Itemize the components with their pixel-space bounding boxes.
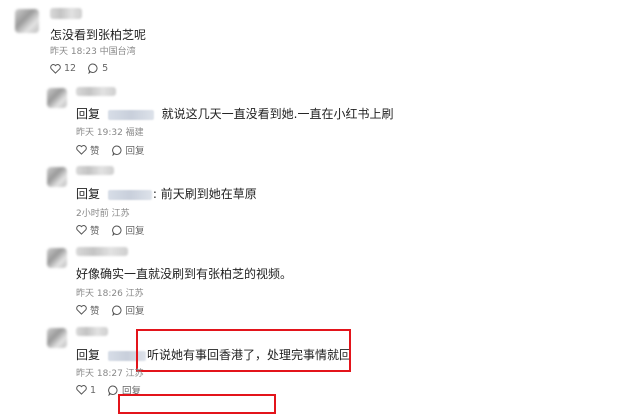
comment-bubble-icon [88, 63, 98, 74]
reply-count: 5 [102, 63, 109, 74]
reply-label: 回复 [125, 306, 145, 317]
reply-button[interactable]: 回复 [111, 143, 145, 157]
like-count: 1 [90, 384, 97, 396]
comment-text: 怎没看到张柏芝呢 [50, 28, 147, 42]
username-blurred[interactable] [76, 327, 108, 336]
reply-button[interactable]: 回复 [111, 303, 145, 317]
comment-body: : 前天刷到她在草原 [152, 187, 257, 201]
avatar[interactable] [47, 88, 67, 108]
like-button[interactable]: 赞 [76, 303, 100, 317]
like-label: 赞 [90, 226, 100, 237]
comment-meta: 2小时前 江苏 [76, 209, 130, 219]
reply-prefix: 回复 [76, 187, 101, 201]
reply-prefix: 回复 [76, 348, 101, 362]
like-button[interactable]: 赞 [76, 143, 100, 157]
comment-actions: 12 5 [50, 63, 116, 74]
mention-blurred[interactable] [107, 189, 152, 200]
like-label: 赞 [90, 306, 100, 317]
mention-blurred[interactable] [107, 109, 154, 120]
username-blurred[interactable] [76, 87, 116, 96]
comment-bubble-icon [111, 225, 121, 236]
comment-meta: 昨天 18:27 江苏 [76, 369, 144, 379]
like-count: 12 [64, 63, 77, 74]
reply-button[interactable]: 回复 [111, 223, 145, 237]
comment-text: 回复 : 前天刷到她在草原 [76, 185, 257, 202]
like-label: 赞 [90, 146, 100, 157]
comment-text: 好像确实一直就没刷到有张柏芝的视频。 [76, 267, 293, 281]
reply-label: 回复 [125, 146, 145, 157]
highlight-box-partial [118, 394, 276, 414]
reply-label: 回复 [125, 226, 145, 237]
avatar[interactable] [15, 9, 39, 33]
comment-actions: 赞 回复 [76, 143, 153, 157]
comment-meta: 昨天 18:26 江苏 [76, 289, 144, 299]
comment-bubble-icon [111, 145, 121, 156]
avatar[interactable] [47, 328, 67, 348]
heart-icon [76, 305, 87, 315]
comment-actions: 赞 回复 [76, 303, 153, 317]
comment-meta: 昨天 19:32 福建 [76, 128, 144, 138]
username-blurred[interactable] [50, 8, 82, 19]
heart-icon [76, 225, 87, 235]
reply-prefix: 回复 [76, 107, 101, 121]
comment-body: 就说这几天一直没看到她.一直在小红书上刷 [161, 107, 394, 121]
like-button[interactable]: 12 [50, 63, 76, 74]
heart-icon [76, 385, 87, 395]
comment-text: 回复 就说这几天一直没看到她.一直在小红书上刷 [76, 105, 394, 122]
comment-meta: 昨天 18:23 中国台湾 [50, 47, 136, 57]
username-blurred[interactable] [76, 166, 114, 175]
heart-icon [50, 63, 61, 74]
heart-icon [76, 145, 87, 155]
avatar[interactable] [47, 167, 67, 187]
like-button[interactable]: 赞 [76, 223, 100, 237]
highlight-box [136, 329, 351, 372]
avatar[interactable] [47, 248, 67, 268]
comment-bubble-icon [111, 305, 121, 316]
username-blurred[interactable] [76, 247, 128, 256]
comment-actions: 赞 回复 [76, 223, 153, 237]
like-button[interactable]: 1 [76, 385, 96, 396]
reply-count-button[interactable]: 5 [88, 63, 108, 74]
